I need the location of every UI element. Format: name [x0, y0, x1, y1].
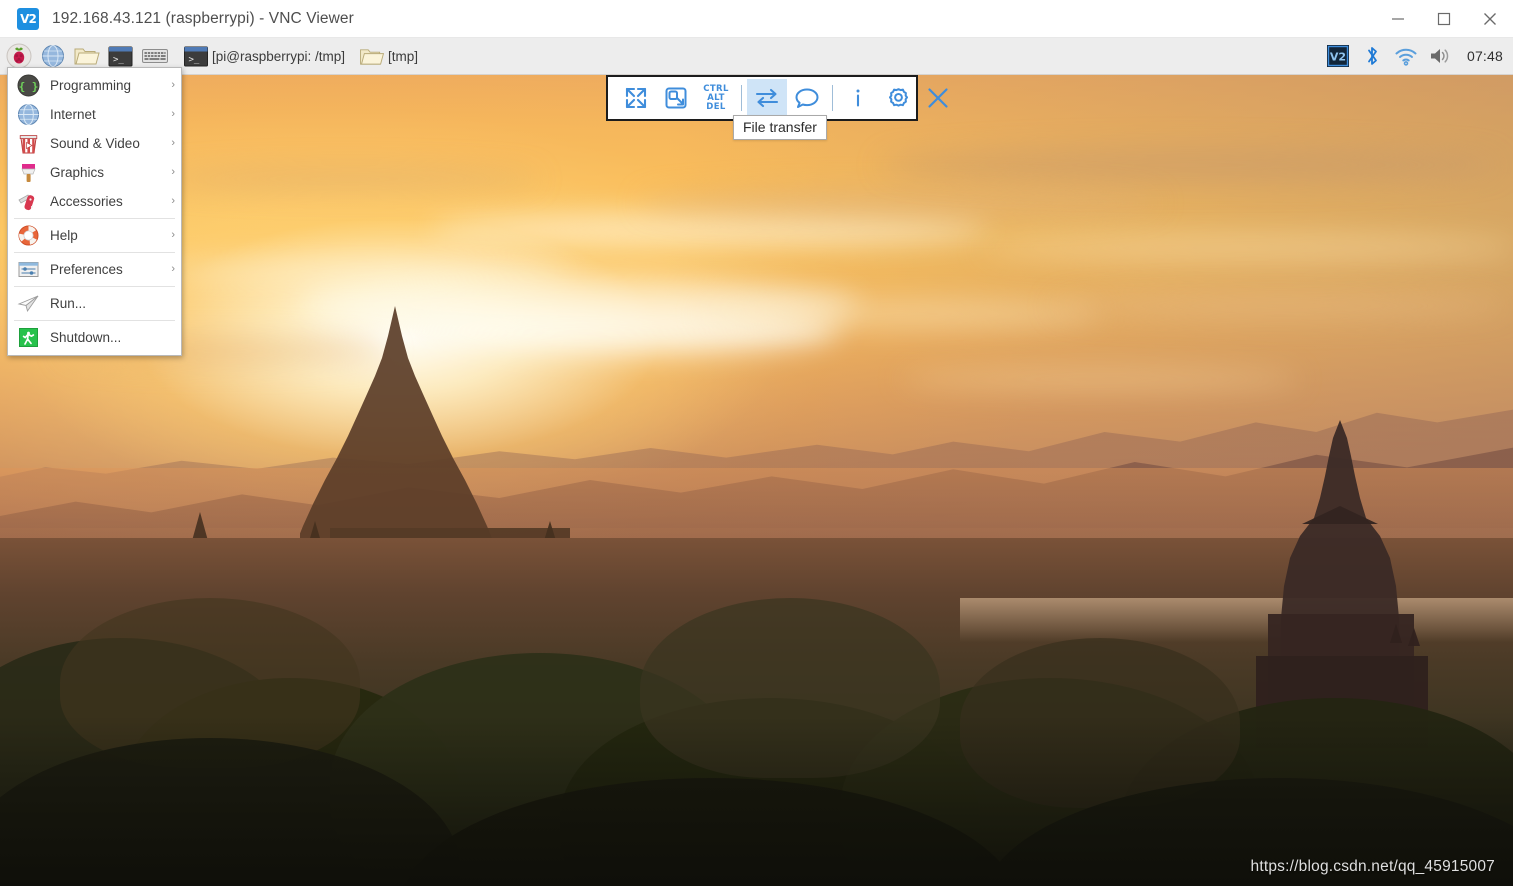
menu-item-preferences[interactable]: Preferences ›	[8, 255, 181, 284]
swiss-knife-icon	[16, 189, 41, 214]
close-session-button[interactable]	[918, 79, 958, 117]
task-terminal[interactable]: >_ [pi@raspberrypi: /tmp]	[181, 41, 351, 72]
menu-item-run[interactable]: Run...	[8, 289, 181, 318]
system-tray: V2 07:48	[1321, 38, 1513, 75]
bluetooth-icon	[1368, 47, 1377, 65]
settings-button[interactable]	[878, 79, 918, 117]
toolbar-divider	[741, 85, 742, 111]
volume-icon	[1430, 49, 1449, 63]
tray-volume[interactable]	[1426, 42, 1454, 70]
vnc-viewer-window: V2 192.168.43.121 (raspberrypi) - VNC Vi…	[0, 0, 1513, 886]
info-button[interactable]	[838, 79, 878, 117]
toolbar-divider	[832, 85, 833, 111]
file-transfer-tooltip: File transfer	[733, 115, 827, 140]
window-controls	[1375, 0, 1513, 38]
code-braces-icon: { }	[16, 73, 41, 98]
menu-item-sound-video[interactable]: Sound & Video ›	[8, 129, 181, 158]
cad-line-3: DEL	[706, 101, 726, 112]
menu-item-programming[interactable]: { } Programming ›	[8, 71, 181, 100]
raspbian-taskbar: >_ >_ [pi@raspberrypi: /tmp] [tmp] V2 07…	[0, 38, 1513, 75]
expand-arrows-icon	[625, 87, 647, 109]
vnc-server-icon: V2	[1326, 45, 1349, 67]
chevron-right-icon: ›	[171, 108, 175, 120]
tray-bluetooth[interactable]	[1358, 42, 1386, 70]
window-title: 192.168.43.121 (raspberrypi) - VNC Viewe…	[52, 9, 354, 27]
watermark-text: https://blog.csdn.net/qq_45915007	[1250, 858, 1495, 875]
gear-icon	[888, 87, 908, 107]
start-menu[interactable]: { } Programming › Internet › Sound & Vid…	[7, 67, 182, 356]
menu-item-label: Run...	[50, 296, 87, 311]
pagoda-silhouette-right	[1256, 420, 1428, 748]
chevron-right-icon: ›	[171, 229, 175, 241]
tray-wifi[interactable]	[1392, 42, 1420, 70]
menu-item-shutdown[interactable]: Shutdown...	[8, 323, 181, 352]
media-popcorn-icon	[16, 131, 41, 156]
menu-item-label: Internet	[50, 107, 96, 122]
paper-plane-icon	[16, 291, 41, 316]
globe-icon	[16, 102, 41, 127]
lifebuoy-icon	[16, 223, 41, 248]
menu-item-label: Shutdown...	[50, 330, 122, 345]
task-terminal-label: [pi@raspberrypi: /tmp]	[212, 48, 345, 64]
panel-clock[interactable]: 07:48	[1467, 48, 1503, 64]
keyboard-icon	[141, 49, 168, 63]
menu-item-help[interactable]: Help ›	[8, 221, 181, 250]
chat-button[interactable]	[787, 79, 827, 117]
folder-icon	[74, 48, 100, 65]
vnc-logo-text: V2	[20, 11, 37, 26]
menu-item-internet[interactable]: Internet ›	[8, 100, 181, 129]
folder-icon	[360, 48, 385, 65]
menu-separator	[14, 286, 175, 287]
close-x-icon	[928, 88, 948, 108]
chevron-right-icon: ›	[171, 166, 175, 178]
svg-text:{ }: { }	[19, 80, 39, 93]
window-scale-button[interactable]	[656, 79, 696, 117]
menu-item-label: Help	[50, 228, 78, 243]
vnc-logo-icon: V2	[17, 7, 39, 30]
menu-separator	[14, 320, 175, 321]
window-titlebar: V2 192.168.43.121 (raspberrypi) - VNC Vi…	[0, 0, 1513, 38]
wifi-icon	[1395, 48, 1417, 66]
info-icon	[856, 89, 860, 107]
task-file-manager[interactable]: [tmp]	[357, 41, 424, 72]
svg-text:V2: V2	[1330, 51, 1346, 64]
terminal-icon: >_	[184, 46, 208, 66]
desktop-wallpaper	[0, 38, 1513, 886]
menu-item-graphics[interactable]: Graphics ›	[8, 158, 181, 187]
chevron-right-icon: ›	[171, 263, 175, 275]
file-transfer-button[interactable]	[747, 79, 787, 117]
maximize-button[interactable]	[1421, 0, 1467, 38]
menu-item-label: Graphics	[50, 165, 105, 180]
task-file-manager-label: [tmp]	[388, 48, 419, 64]
raspberry-icon	[6, 43, 31, 69]
svg-text:>_: >_	[189, 55, 200, 65]
menu-separator	[14, 252, 175, 253]
ctrl-alt-del-button[interactable]: CTRL ALT DEL	[696, 79, 736, 117]
svg-text:>_: >_	[113, 55, 124, 65]
chevron-right-icon: ›	[171, 79, 175, 91]
shutdown-exit-icon	[16, 325, 41, 350]
menu-item-label: Preferences	[50, 262, 123, 277]
sliders-icon	[16, 257, 41, 282]
chevron-right-icon: ›	[171, 195, 175, 207]
tray-vnc[interactable]: V2	[1324, 42, 1352, 70]
transfer-arrows-icon	[755, 88, 779, 108]
paintbrush-icon	[16, 160, 41, 185]
chat-bubble-icon	[795, 88, 819, 108]
globe-icon	[41, 45, 64, 67]
terminal-icon: >_	[108, 46, 133, 66]
menu-item-label: Sound & Video	[50, 136, 140, 151]
fullscreen-button[interactable]	[616, 79, 656, 117]
scale-window-icon	[665, 87, 687, 109]
ctrl-alt-del-icon: CTRL ALT DEL	[703, 84, 729, 112]
close-button[interactable]	[1467, 0, 1513, 38]
minimize-button[interactable]	[1375, 0, 1421, 38]
menu-item-accessories[interactable]: Accessories ›	[8, 187, 181, 216]
chevron-right-icon: ›	[171, 137, 175, 149]
menu-item-label: Accessories	[50, 194, 123, 209]
menu-separator	[14, 218, 175, 219]
remote-desktop-area[interactable]: https://blog.csdn.net/qq_45915007 >_ >_ …	[0, 38, 1513, 886]
menu-item-label: Programming	[50, 78, 132, 93]
